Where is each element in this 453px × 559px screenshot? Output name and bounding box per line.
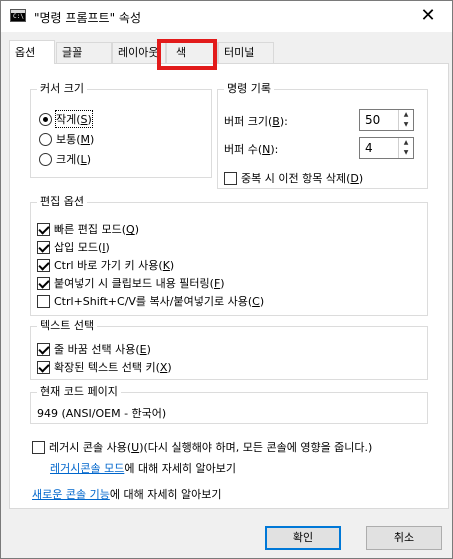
buffer-count-spinner[interactable]: 4 ▲ ▼ (359, 137, 414, 159)
extended-selection-keys-checkbox[interactable]: 확장된 텍스트 선택 키(X) (37, 359, 172, 375)
radio-small[interactable]: 작게(S) (39, 110, 93, 128)
ctrl-shortcuts-checkbox[interactable]: Ctrl 바로 가기 키 사용(K) (37, 257, 174, 273)
tab-terminal[interactable]: 터미널 (218, 42, 274, 63)
legacy-console-checkbox[interactable]: 레거시 콘솔 사용(U)(다시 실행해야 하며, 모든 콘솔에 영향을 줍니다.… (32, 439, 372, 455)
ctrl-shift-copy-paste-checkbox[interactable]: Ctrl+Shift+C/V를 복사/붙여넣기로 사용(C) (37, 293, 264, 309)
tab-strip: 옵션 글꼴 레이아웃 색 터미널 (9, 40, 449, 64)
command-history-group: 명령 기록 버퍼 크기(B): 50 ▲ ▼ 버퍼 수(N): 4 ▲ ▼ 중복 시… (217, 82, 428, 189)
discard-duplicates-box[interactable] (224, 171, 237, 185)
tab-highlight-box (157, 39, 217, 70)
legacy-console-mode-link[interactable]: 레거시콘솔 모드 (50, 460, 124, 476)
buffer-count-value[interactable]: 4 (365, 141, 373, 155)
ok-button[interactable]: 확인 (265, 526, 341, 550)
radio-small-label: 작게(S) (55, 110, 93, 128)
radio-medium-label: 보통(M) (56, 133, 95, 146)
cursor-size-group: 커서 크기 작게(S) 보통(M) 크게(L) (30, 82, 212, 178)
text-selection-group: 텍스트 선택 줄 바꿈 선택 사용(E) 확장된 텍스트 선택 키(X) (30, 319, 428, 380)
buffer-size-value[interactable]: 50 (365, 113, 380, 127)
filter-clipboard-checkbox[interactable]: 붙여넣기 시 클립보드 내용 필터링(F) (37, 275, 225, 291)
spin-down-icon[interactable]: ▼ (399, 148, 413, 158)
radio-medium[interactable]: 보통(M) (39, 131, 94, 147)
radio-medium-indicator[interactable] (39, 132, 52, 146)
radio-large-label: 크게(L) (56, 153, 91, 166)
spin-down-icon[interactable]: ▼ (399, 120, 413, 130)
close-button[interactable]: ✕ (408, 1, 448, 31)
text-selection-legend: 텍스트 선택 (37, 319, 98, 333)
cancel-button[interactable]: 취소 (366, 526, 442, 550)
properties-dialog: C:\ "명령 프롬프트" 속성 ✕ 옵션 글꼴 레이아웃 색 터미널 커서 크… (0, 0, 453, 559)
quick-edit-checkbox[interactable]: 빠른 편집 모드(Q) (37, 221, 139, 237)
edit-options-legend: 편집 옵션 (37, 195, 87, 209)
tab-options[interactable]: 옵션 (9, 40, 55, 64)
code-page-legend: 현재 코드 페이지 (37, 385, 121, 399)
radio-large[interactable]: 크게(L) (39, 151, 91, 167)
buffer-size-spinner[interactable]: 50 ▲ ▼ (359, 109, 414, 131)
new-console-learn-more: 새로운 콘솔 기능 에 대해 자세히 알아보기 (32, 486, 222, 502)
spin-up-icon[interactable]: ▲ (399, 110, 413, 120)
insert-mode-checkbox[interactable]: 삽입 모드(I) (37, 239, 110, 255)
code-page-group: 현재 코드 페이지 949 (ANSI/OEM - 한국어) (30, 385, 428, 424)
radio-large-indicator[interactable] (39, 152, 52, 166)
title-bar: C:\ "명령 프롬프트" 속성 ✕ (1, 1, 452, 32)
legacy-learn-more: 레거시콘솔 모드 에 대해 자세히 알아보기 (50, 460, 237, 476)
close-icon: ✕ (420, 5, 436, 26)
radio-small-indicator[interactable] (39, 112, 52, 126)
discard-duplicates-checkbox[interactable]: 중복 시 이전 항목 삭제(D) (224, 170, 363, 186)
cursor-size-legend: 커서 크기 (37, 82, 87, 96)
edit-options-group: 편집 옵션 빠른 편집 모드(Q) 삽입 모드(I) Ctrl 바로 가기 키 … (30, 195, 428, 316)
line-wrap-selection-checkbox[interactable]: 줄 바꿈 선택 사용(E) (37, 341, 151, 357)
spin-up-icon[interactable]: ▲ (399, 138, 413, 148)
new-console-features-link[interactable]: 새로운 콘솔 기능 (32, 486, 110, 502)
window-title: "명령 프롬프트" 속성 (34, 11, 141, 25)
command-history-legend: 명령 기록 (224, 82, 274, 96)
buffer-size-label: 버퍼 크기(B): (224, 114, 288, 129)
cmd-app-icon: C:\ (10, 9, 26, 22)
code-page-value: 949 (ANSI/OEM - 한국어) (37, 407, 167, 420)
options-tab-panel: 커서 크기 작게(S) 보통(M) 크게(L) 명령 기록 버퍼 크기(B): … (9, 63, 449, 509)
tab-font[interactable]: 글꼴 (56, 42, 112, 63)
buffer-count-label: 버퍼 수(N): (224, 142, 279, 157)
